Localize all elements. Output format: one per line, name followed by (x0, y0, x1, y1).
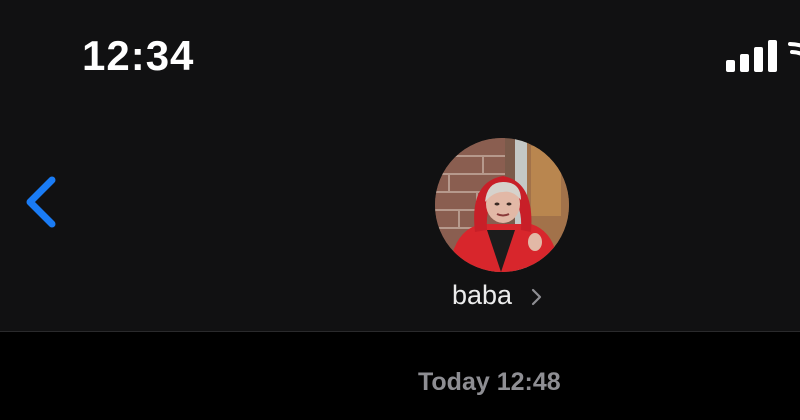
back-button[interactable] (18, 172, 66, 236)
wifi-icon (788, 42, 800, 56)
message-timestamp: Today 12:48 (418, 368, 561, 396)
contact-avatar[interactable] (435, 138, 569, 272)
contact-name: baba (452, 280, 513, 310)
conversation-header: 12:34 baba (0, 0, 800, 331)
header-divider (0, 331, 800, 332)
chevron-left-icon (26, 176, 56, 228)
cellular-signal-icon (726, 40, 777, 72)
status-bar-time: 12:34 (82, 32, 195, 79)
messages-conversation-screen: 12:34 baba Today 12:48 (0, 0, 800, 420)
chevron-right-icon (531, 288, 542, 306)
contact-avatar-photo (435, 138, 569, 272)
contact-header-button[interactable]: baba (420, 136, 586, 316)
